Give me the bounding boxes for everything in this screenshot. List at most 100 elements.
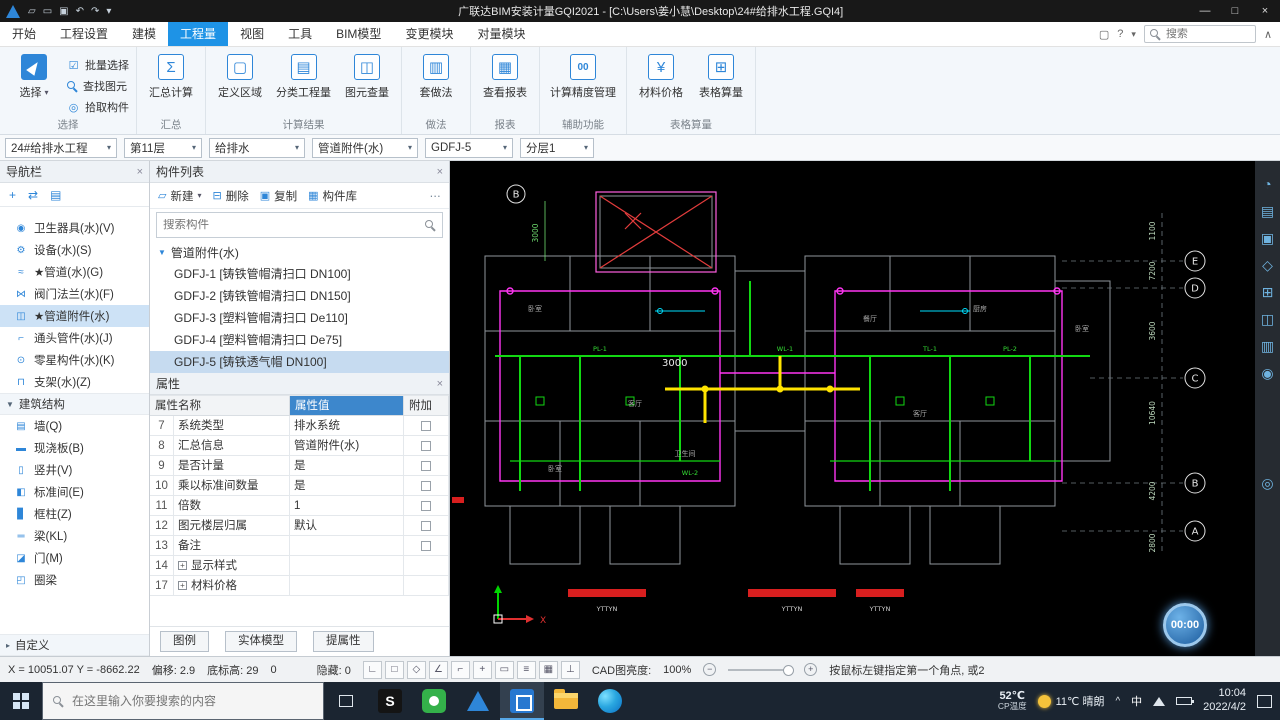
snap-lines-icon[interactable]: ≡ [516, 660, 536, 679]
tab-modeling[interactable]: 建模 [120, 22, 168, 46]
cad-canvas[interactable]: B E D C B A 1100 7200 3600 10640 4200 28… [450, 161, 1255, 656]
attach-checkbox[interactable] [421, 500, 431, 511]
window-switch-icon[interactable]: ▢ [1099, 28, 1109, 41]
taskbar-search[interactable] [42, 682, 324, 720]
close-nav-panel-icon[interactable]: × [137, 166, 143, 178]
nav-list-icon[interactable]: ▤ [50, 188, 61, 202]
ribbon-search[interactable] [1143, 25, 1256, 43]
component-dropdown[interactable]: GDFJ-5 ▾ [425, 137, 513, 158]
snap-region-icon[interactable]: ▭ [494, 660, 514, 679]
new-component-button[interactable]: ▱ 新建 ▾ [158, 188, 201, 204]
floor-dropdown[interactable]: 第11层 ▾ [124, 137, 202, 158]
delete-component-button[interactable]: ⊟ 删除 [212, 188, 248, 204]
layers-icon[interactable]: ▤ [1261, 204, 1274, 218]
expand-icon[interactable]: + [178, 581, 187, 591]
clock[interactable]: 10:04 2022/4/2 [1203, 687, 1246, 715]
pick-component-button[interactable]: ◎ 拾取构件 [67, 99, 129, 115]
recording-timer[interactable]: 00:00 [1163, 603, 1207, 647]
legend-button[interactable]: 图例 [160, 631, 209, 652]
component-search[interactable] [156, 212, 443, 238]
nav-item-beam[interactable]: ═ 梁(KL) [0, 525, 149, 547]
maximize-button[interactable]: □ [1220, 0, 1250, 22]
snap-perp-icon[interactable]: ⊥ [560, 660, 580, 679]
tab-bim-model[interactable]: BIM模型 [324, 22, 393, 46]
sum-calc-button[interactable]: Σ 汇总计算 [144, 49, 198, 100]
select-button[interactable]: 选择 ▾ [7, 49, 61, 100]
layer-dropdown[interactable]: 分层1 ▾ [520, 137, 594, 158]
element-query-button[interactable]: ◫ 图元查量 [340, 49, 394, 100]
more-tools-icon[interactable]: ⋯ [430, 189, 442, 203]
save-icon[interactable]: ▣ [59, 6, 68, 17]
nav-section-structure[interactable]: ▼ 建筑结构 [0, 393, 149, 415]
attach-checkbox[interactable] [421, 440, 431, 451]
weather-widget[interactable]: 11℃ 晴朗 [1037, 693, 1104, 709]
ribbon-search-input[interactable] [1165, 28, 1244, 40]
component-search-input[interactable] [163, 219, 421, 231]
tab-view[interactable]: 视图 [228, 22, 276, 46]
nav-item-standard-room[interactable]: ◧ 标准间(E) [0, 481, 149, 503]
tray-expand-icon[interactable]: ^ [1115, 696, 1120, 707]
define-region-button[interactable]: ▢ 定义区域 [213, 49, 267, 100]
nav-item-sanitary-fixture[interactable]: ◉ 卫生器具(水)(V) [0, 217, 149, 239]
attach-checkbox[interactable] [421, 420, 431, 431]
brightness-slider[interactable] [728, 664, 794, 676]
nav-item-door[interactable]: ◪ 门(M) [0, 547, 149, 569]
snap-corner-icon[interactable]: ⌐ [450, 660, 470, 679]
taskbar-search-input[interactable] [72, 694, 313, 708]
start-button[interactable] [0, 682, 42, 720]
sogou-app-button[interactable]: S [368, 682, 412, 720]
apply-method-button[interactable]: ▥ 套做法 [409, 49, 463, 100]
switch-view-icon[interactable]: ⇄ [28, 188, 38, 202]
sheet-view-icon[interactable]: ▥ [1261, 339, 1274, 353]
snap-grid-icon[interactable]: ▦ [538, 660, 558, 679]
nav-item-wall[interactable]: ▤ 墙(Q) [0, 415, 149, 437]
cad-drawing[interactable]: B E D C B A 1100 7200 3600 10640 4200 28… [450, 161, 1255, 656]
glodon-app-button[interactable] [456, 682, 500, 720]
snap-ortho-icon[interactable]: ∟ [362, 660, 382, 679]
snap-diamond-icon[interactable]: ◇ [406, 660, 426, 679]
attach-checkbox[interactable] [421, 480, 431, 491]
snap-angle-icon[interactable]: ∠ [428, 660, 448, 679]
snap-plus-icon[interactable]: + [472, 660, 492, 679]
task-view-button[interactable] [324, 682, 368, 720]
nav-item-support[interactable]: ⊓ 支架(水)(Z) [0, 371, 149, 393]
edge-browser-button[interactable] [588, 682, 632, 720]
nav-item-joint-fitting[interactable]: ⌐ 通头管件(水)(J) [0, 327, 149, 349]
view-cube-icon[interactable]: ◇ [1262, 258, 1273, 272]
help-dropdown-icon[interactable]: ▾ [1131, 29, 1136, 40]
close-properties-panel-icon[interactable]: × [437, 378, 443, 390]
nav-section-custom[interactable]: ▸ 自定义 [0, 634, 149, 656]
tab-project-settings[interactable]: 工程设置 [48, 22, 120, 46]
network-icon[interactable] [1153, 696, 1166, 706]
tab-start[interactable]: 开始 [0, 22, 48, 46]
discipline-dropdown[interactable]: 给排水 ▾ [209, 137, 305, 158]
table-quantity-button[interactable]: ⊞ 表格算量 [694, 49, 748, 100]
category-dropdown[interactable]: 管道附件(水) ▾ [312, 137, 418, 158]
copy-component-button[interactable]: ▣ 复制 [260, 188, 297, 204]
attach-checkbox[interactable] [421, 520, 431, 531]
component-item[interactable]: GDFJ-1 [铸铁管帽清扫口 DN100] [150, 263, 449, 285]
redo-icon[interactable]: ↷ [91, 6, 99, 17]
nav-item-shaft[interactable]: ▯ 竖井(V) [0, 459, 149, 481]
attach-checkbox[interactable] [421, 460, 431, 471]
classified-quantity-button[interactable]: ▤ 分类工程量 [273, 49, 334, 100]
action-center-icon[interactable] [1257, 694, 1272, 708]
component-group[interactable]: ▼ 管道附件(水) [150, 241, 449, 263]
material-price-button[interactable]: ¥ 材料价格 [634, 49, 688, 100]
component-item[interactable]: GDFJ-2 [铸铁管帽清扫口 DN150] [150, 285, 449, 307]
nav-item-ring-beam[interactable]: ◰ 圈梁 [0, 569, 149, 591]
minimize-button[interactable]: — [1190, 0, 1220, 22]
component-library-button[interactable]: ▦ 构件库 [308, 188, 357, 204]
close-component-panel-icon[interactable]: × [437, 166, 443, 178]
expand-all-icon[interactable]: + [9, 188, 16, 202]
new-file-icon[interactable]: ▱ [28, 6, 36, 17]
nav-item-pipe-fitting[interactable]: ◫ ★管道附件(水) [0, 305, 149, 327]
tab-change-module[interactable]: 变更模块 [393, 22, 465, 46]
nav-item-slab[interactable]: ▬ 现浇板(B) [0, 437, 149, 459]
view-report-button[interactable]: ▦ 查看报表 [478, 49, 532, 100]
brightness-increase-button[interactable]: + [804, 663, 818, 676]
cpu-temp-widget[interactable]: 52℃ CP温度 [998, 690, 1027, 712]
nav-item-misc-component[interactable]: ⊙ 零星构件(水)(K) [0, 349, 149, 371]
component-item[interactable]: GDFJ-3 [塑料管帽清扫口 De110] [150, 307, 449, 329]
tab-comparison-module[interactable]: 对量模块 [465, 22, 537, 46]
